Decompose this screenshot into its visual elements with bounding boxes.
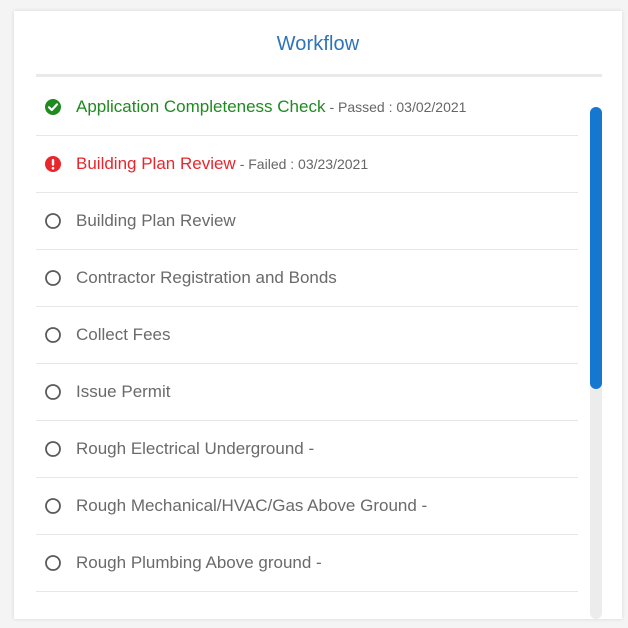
workflow-item-status: - Passed : 03/02/2021 (329, 99, 467, 115)
workflow-item[interactable]: Rough Mechanical/HVAC/Gas Above Ground - (36, 478, 578, 535)
workflow-item-name: Rough Electrical Underground - (76, 439, 315, 458)
empty-circle-icon (44, 269, 62, 287)
empty-circle-icon (44, 440, 62, 458)
alert-circle-icon (44, 155, 62, 173)
workflow-item[interactable]: Contractor Registration and Bonds (36, 250, 578, 307)
workflow-item-name: Rough Mechanical/HVAC/Gas Above Ground - (76, 496, 428, 515)
empty-circle-icon (44, 212, 62, 230)
workflow-item[interactable]: Rough Plumbing Above ground - (36, 535, 578, 592)
empty-circle-icon (44, 497, 62, 515)
workflow-item[interactable]: Application Completeness Check - Passed … (36, 79, 578, 136)
workflow-item[interactable]: Building Plan Review (36, 193, 578, 250)
workflow-panel: Workflow Application Completeness Check … (14, 11, 622, 619)
workflow-item[interactable]: Rough Electrical Underground - (36, 421, 578, 478)
workflow-title: Workflow (276, 33, 360, 55)
workflow-item-name: Rough Plumbing Above ground - (76, 553, 322, 572)
workflow-item-name: Contractor Registration and Bonds (76, 268, 337, 287)
workflow-item-status: - Failed : 03/23/2021 (239, 156, 369, 172)
workflow-item[interactable]: Collect Fees (36, 307, 578, 364)
workflow-item[interactable]: Building Plan Review - Failed : 03/23/20… (36, 136, 578, 193)
workflow-item-name: Building Plan Review (76, 211, 236, 230)
workflow-item[interactable]: Issue Permit (36, 364, 578, 421)
empty-circle-icon (44, 383, 62, 401)
workflow-item-name: Issue Permit (76, 382, 171, 401)
workflow-item-name: Building Plan Review (76, 154, 236, 173)
workflow-item-name: Collect Fees (76, 325, 171, 344)
workflow-list: Application Completeness Check - Passed … (36, 79, 578, 592)
check-circle-icon (44, 98, 62, 116)
empty-circle-icon (44, 326, 62, 344)
empty-circle-icon (44, 554, 62, 572)
title-divider (36, 74, 602, 77)
workflow-item-name: Application Completeness Check (76, 97, 326, 116)
scrollbar-thumb[interactable] (590, 107, 602, 389)
